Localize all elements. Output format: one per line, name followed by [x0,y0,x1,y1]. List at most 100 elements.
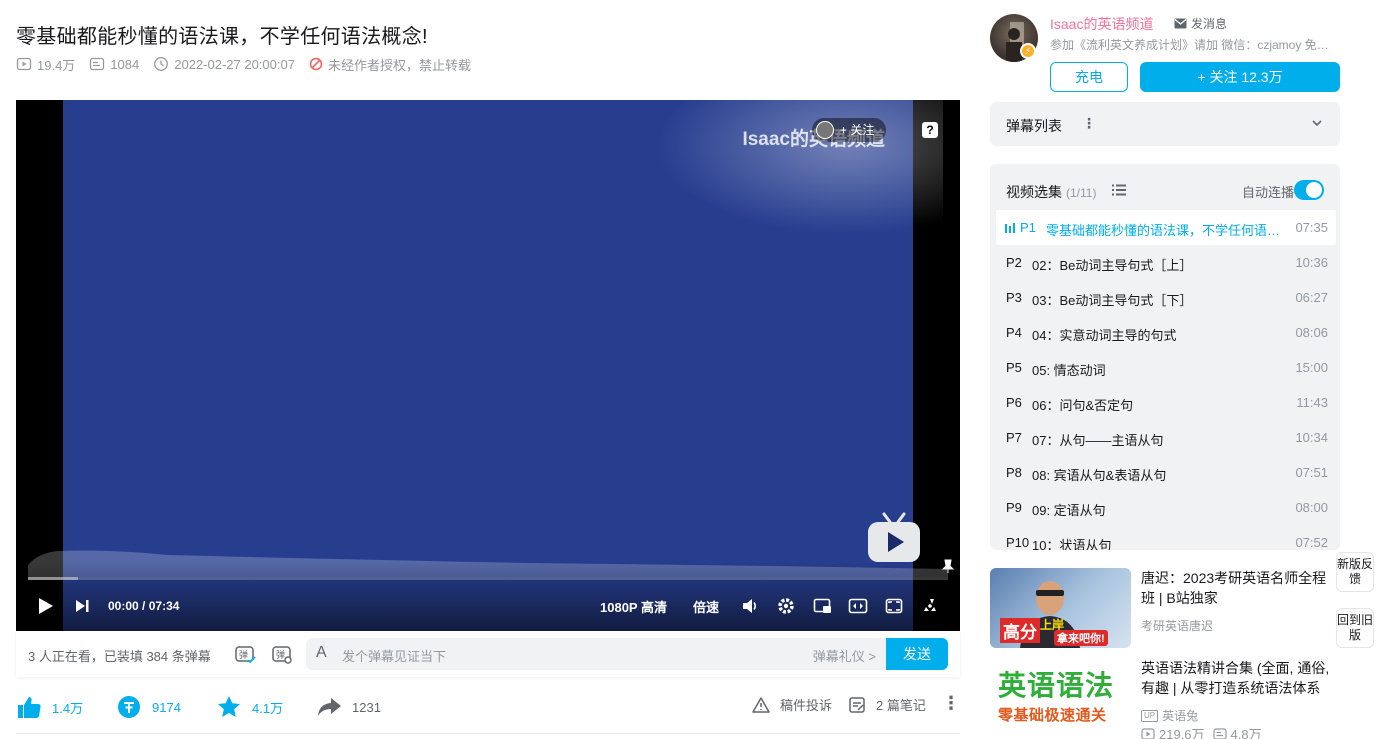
recommend-card[interactable]: 英语语法 零基础极速通关 英语语法精讲合集 (全面, 通俗, 有趣 | 从零打造… [990,658,1340,739]
episode-number: P2 [1006,255,1022,270]
help-button[interactable]: ? [922,122,938,138]
danmaku-style-icon[interactable]: A [316,644,327,662]
list-view-icon[interactable] [1112,184,1126,196]
episode-item[interactable]: P7 07：从句——主语从句 10:34 [996,420,1336,455]
duration-time: 07:34 [148,599,180,613]
notes-button[interactable]: 2 篇笔记 [848,695,926,714]
forbidden-icon [309,57,323,71]
recommend-plays: 219.6万 [1159,727,1205,739]
play-count-icon [1141,727,1155,739]
coin-icon [118,696,140,718]
old-version-button[interactable]: 回到旧版 [1336,608,1374,648]
settings-gear-icon[interactable] [777,597,795,615]
recommend-thumbnail[interactable]: 高分 上岸 拿来吧你! [990,568,1131,648]
time-separator: / [142,599,146,613]
recommend-author: 英语兔 [1162,709,1199,723]
fullscreen-icon[interactable] [920,597,940,615]
episode-duration: 07:51 [1295,465,1328,480]
speed-button[interactable]: 倍速 [693,597,719,616]
episode-item[interactable]: P2 02：Be动词主导句式［上］ 10:36 [996,245,1336,280]
widescreen-icon[interactable] [848,597,868,615]
report-label: 稿件投诉 [780,698,833,713]
danmaku-list-more-icon[interactable]: ⋮ [1082,115,1096,132]
episode-duration: 06:27 [1295,290,1328,305]
episode-number: P5 [1006,360,1022,375]
report-button[interactable]: 稿件投诉 [752,695,832,714]
episode-title: 零基础都能秒懂的语法课，不学任何语法概念! [1046,223,1282,238]
pip-icon[interactable] [813,597,833,615]
recommend-danmakus: 4.8万 [1230,727,1262,739]
episode-item[interactable]: P10 10：状语从句 07:52 [996,525,1336,550]
like-button[interactable]: 1.4万 [16,695,83,719]
recommend-stats: 219.6万 4.8万 [1141,724,1262,739]
follow-button[interactable]: + 关注 12.3万 [1140,62,1340,92]
episode-panel: 视频选集 (1/11) 自动连播 P1 零基础都能秒懂的语法课，不学任何语法概念!… [990,164,1340,550]
episode-item[interactable]: P9 09: 定语从句 08:00 [996,490,1336,525]
danmaku-input[interactable]: A 发个弹幕见证当下 弹幕礼仪 > [306,638,886,670]
more-menu-button[interactable]: ⋮ [942,693,960,714]
star-icon [218,696,240,717]
danmaku-count-icon [90,57,105,71]
episode-title: 02：Be动词主导句式［上］ [1032,258,1193,273]
views-count: 19.4万 [37,57,76,73]
copyright-stat: 未经作者授权，禁止转载 [309,55,471,74]
pubdate-stat: 2022-02-27 20:00:07 [153,56,295,72]
play-count-icon [16,57,32,71]
coin-button[interactable]: 9174 [116,695,181,719]
episode-title: 04：实意动词主导的句式 [1032,328,1177,343]
web-fullscreen-icon[interactable] [885,597,903,615]
episode-title: 06：问句&否定句 [1032,398,1134,413]
danmaku-toggle-icon[interactable]: 弹 [234,643,256,665]
volume-icon[interactable] [741,597,759,615]
uploader-name[interactable]: Isaac的英语频道 [1050,14,1153,34]
recommend-author[interactable]: 考研英语唐迟 [1141,617,1213,634]
thumb-caption-1: 高分 [1000,618,1040,643]
video-player[interactable]: Isaac的英语频道 + 关注 ? 00:00 / 07:34 1080P 高清… [16,100,960,631]
send-button[interactable]: 发送 [886,638,948,670]
danmaku-count-icon [1212,727,1227,739]
play-icon[interactable] [36,597,54,615]
episode-item[interactable]: P1 零基础都能秒懂的语法课，不学任何语法概念! 07:35 [996,210,1336,245]
toolbar-divider [16,733,960,734]
episode-number: P1 [1020,220,1036,235]
next-icon[interactable] [74,598,90,614]
uploader-mini-avatar [816,121,834,139]
message-link[interactable]: 发消息 [1174,15,1227,32]
episode-item[interactable]: P3 03：Be动词主导句式［下］ 06:27 [996,280,1336,315]
autoplay-toggle[interactable] [1294,180,1324,200]
viewer-info: 3 人正在看，已装填 384 条弹幕 [28,649,211,664]
episode-list: P1 零基础都能秒懂的语法课，不学任何语法概念! 07:35 P2 02：Be动词… [996,210,1336,550]
feedback-button[interactable]: 新版反馈 [1336,552,1374,592]
recommend-thumbnail[interactable]: 英语语法 零基础极速通关 [990,658,1131,738]
danmaku-list-panel[interactable]: 弹幕列表 ⋮ [990,102,1340,146]
episode-number: P9 [1006,500,1022,515]
recommend-title[interactable]: 英语语法精讲合集 (全面, 通俗, 有趣 | 从零打造系统语法体系 [1141,658,1333,698]
episode-item[interactable]: P8 08: 宾语从句&表语从句 07:51 [996,455,1336,490]
quality-button[interactable]: 1080P 高清 [600,597,667,616]
episode-item[interactable]: P4 04：实意动词主导的句式 08:06 [996,315,1336,350]
copyright-note: 未经作者授权，禁止转载 [327,57,471,73]
episode-duration: 11:43 [1296,395,1328,410]
recommend-author-row[interactable]: UP 英语兔 [1141,707,1198,724]
playing-bars-icon [1005,223,1015,233]
player-follow-chip[interactable]: + 关注 [812,118,887,142]
thumb-caption-3: 拿来吧你! [1054,630,1108,646]
charge-button[interactable]: 充电 [1050,62,1128,92]
recommend-card[interactable]: 高分 上岸 拿来吧你! 唐迟：2023考研英语名师全程班 | B站独家 考研英语… [990,568,1340,648]
danmaku-placeholder: 发个弹幕见证当下 [342,649,447,664]
episode-item[interactable]: P6 06：问句&否定句 11:43 [996,385,1336,420]
player-follow-label: + 关注 [840,123,875,137]
favorite-button[interactable]: 4.1万 [216,695,283,719]
episode-duration: 07:52 [1295,535,1328,550]
message-label: 发消息 [1191,17,1228,31]
toggle-knob [1306,182,1322,198]
current-time: 00:00 [108,599,139,613]
recommend-title[interactable]: 唐迟：2023考研英语名师全程班 | B站独家 [1141,568,1333,608]
danmaku-etiquette-link[interactable]: 弹幕礼仪 > [813,646,876,665]
thumb-headline: 英语语法 [998,664,1114,704]
danmaku-settings-icon[interactable]: 弹 [271,643,293,665]
share-button[interactable]: 1231 [316,695,381,719]
like-count: 1.4万 [52,700,84,716]
episode-item[interactable]: P5 05: 情态动词 15:00 [996,350,1336,385]
chevron-down-icon[interactable] [1310,116,1324,130]
